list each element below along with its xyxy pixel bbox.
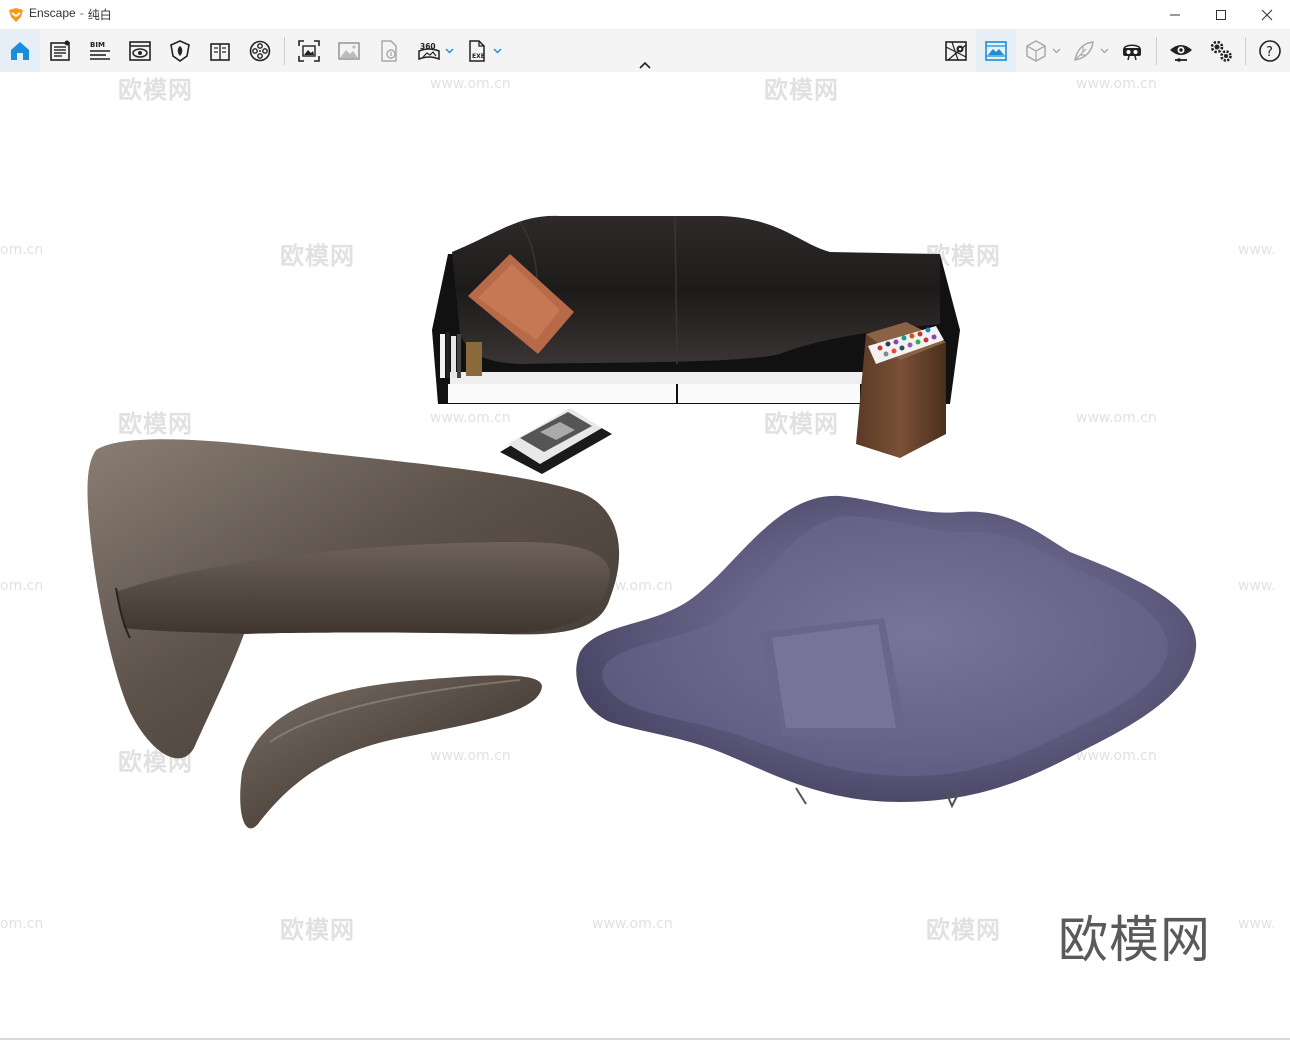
upload-file-icon (381, 40, 397, 62)
app-name: Enscape (29, 6, 76, 20)
view-button[interactable] (120, 30, 160, 72)
export-tools-group: 360 EXE (289, 30, 505, 72)
book-icon (210, 43, 230, 61)
film-reel-icon (249, 40, 271, 62)
scene-name: 纯白 (87, 8, 112, 22)
brown-ottoman[interactable] (240, 675, 542, 829)
visual-settings-button[interactable] (1161, 30, 1201, 72)
window-controls (1152, 0, 1290, 30)
map-marker-icon (945, 41, 967, 61)
panorama-360-icon: 360 (418, 42, 440, 61)
main-tools-group: BIM (0, 30, 280, 72)
video-button[interactable] (240, 30, 280, 72)
toolbar-divider (1245, 37, 1246, 65)
cube-icon (1026, 40, 1046, 62)
title-bar: Enscape - 纯白 (0, 0, 1290, 30)
render-viewport[interactable]: 欧模网 www.om.cn 欧模网 www.om.cn om.cn 欧模网 ww… (0, 72, 1290, 1040)
right-tools-group: ? (936, 30, 1290, 72)
map-button[interactable] (936, 30, 976, 72)
brand-watermark: 欧模网 (1058, 911, 1211, 969)
enscape-logo-icon (9, 7, 23, 22)
image-preset-button[interactable] (976, 30, 1016, 72)
floor-magazines[interactable] (500, 408, 612, 474)
material-button[interactable] (160, 30, 200, 72)
bim-label: BIM (90, 41, 105, 49)
leaf-asset-icon (1074, 41, 1094, 61)
export-exe-button[interactable]: EXE (457, 30, 497, 72)
wooden-side-table[interactable] (856, 322, 946, 458)
help-label: ? (1266, 45, 1273, 60)
screenshot-icon (298, 40, 320, 62)
checklist-icon (50, 40, 70, 61)
close-icon (1261, 9, 1273, 21)
toolbar-divider (1156, 37, 1157, 65)
window-title: Enscape - 纯白 (29, 6, 112, 23)
visual-settings-eye-icon (1170, 45, 1192, 62)
toolbar-collapse-toggle[interactable] (636, 58, 654, 72)
checklist-button[interactable] (40, 30, 80, 72)
batch-image-icon (338, 42, 360, 60)
help-icon: ? (1259, 40, 1281, 62)
batch-render-button[interactable] (329, 30, 369, 72)
scene-render (87, 215, 1197, 829)
title-separator: - (79, 6, 84, 20)
maximize-button[interactable] (1198, 0, 1244, 30)
exe-label: EXE (472, 53, 485, 60)
cube-button[interactable] (1016, 30, 1056, 72)
image-preset-icon (985, 41, 1007, 61)
settings-button[interactable] (1201, 30, 1241, 72)
screenshot-button[interactable] (289, 30, 329, 72)
view-eye-icon (129, 41, 151, 61)
asset-library-button[interactable] (1064, 30, 1104, 72)
purple-lounge-chair[interactable] (576, 495, 1197, 809)
toolbar-divider (284, 37, 285, 65)
help-button[interactable]: ? (1250, 30, 1290, 72)
chevron-up-icon (639, 61, 651, 69)
book-button[interactable] (200, 30, 240, 72)
panorama-button[interactable]: 360 (409, 30, 449, 72)
vr-headset-icon (1123, 44, 1141, 61)
close-button[interactable] (1244, 0, 1290, 30)
export-exe-icon: EXE (469, 40, 485, 62)
vr-button[interactable] (1112, 30, 1152, 72)
settings-gears-icon (1210, 40, 1232, 62)
minimize-icon (1170, 14, 1180, 16)
upload-button[interactable] (369, 30, 409, 72)
home-button[interactable] (0, 30, 40, 72)
bim-button[interactable]: BIM (80, 30, 120, 72)
home-icon (11, 42, 29, 60)
material-shield-icon (170, 40, 190, 62)
bim-icon: BIM (90, 41, 110, 60)
minimize-button[interactable] (1152, 0, 1198, 30)
maximize-icon (1216, 10, 1226, 20)
